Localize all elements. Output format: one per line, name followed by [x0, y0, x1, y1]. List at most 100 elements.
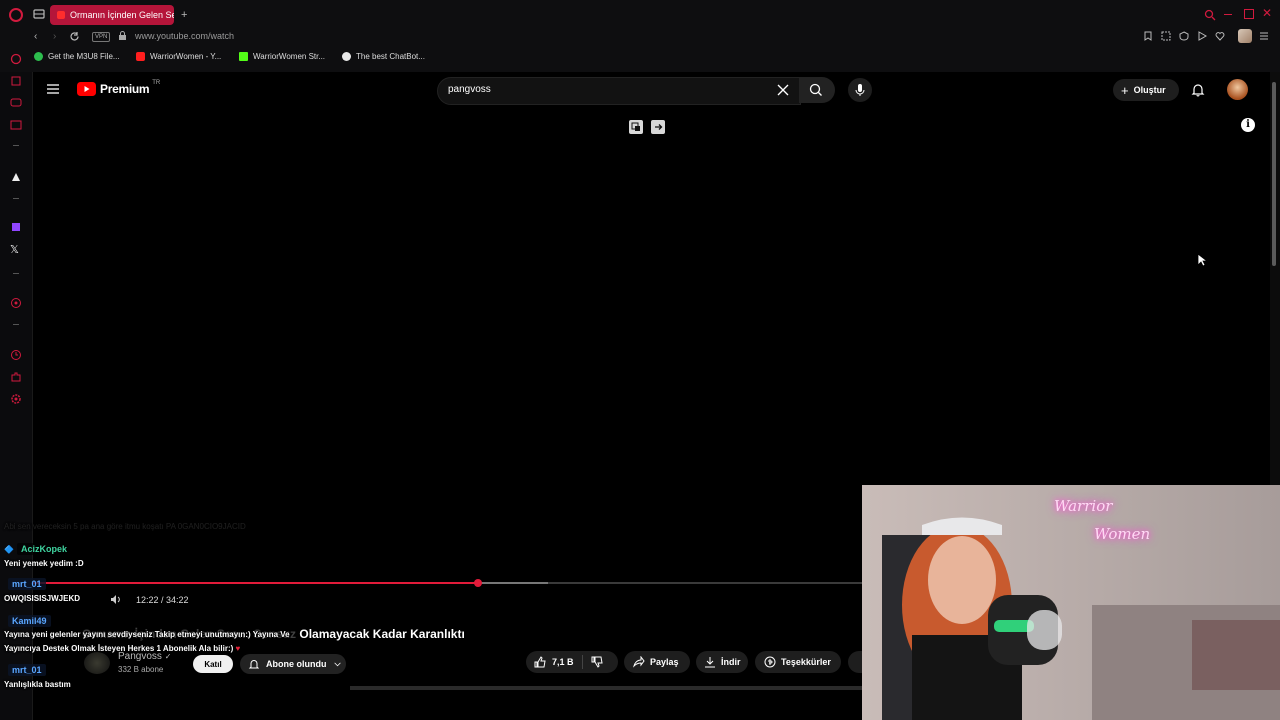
menu-icon[interactable] [1259, 31, 1269, 41]
subscribed-button[interactable]: Abone olundu ⌵ [240, 654, 346, 674]
music-player-icon[interactable] [10, 297, 22, 309]
divider [13, 273, 19, 274]
webcam-overlay: Warrior Women [862, 485, 1280, 720]
mail-icon[interactable] [10, 119, 22, 131]
account-avatar[interactable] [1227, 79, 1248, 100]
progress-played [33, 582, 478, 584]
clip-button[interactable] [848, 651, 862, 673]
progress-buffered [478, 582, 548, 584]
plus-icon: + [1121, 82, 1129, 98]
extensions-icon[interactable] [10, 371, 22, 383]
opera-logo-icon[interactable] [8, 7, 24, 23]
heart-icon[interactable] [1215, 31, 1225, 41]
description-divider [350, 686, 862, 690]
youtube-premium-logo[interactable]: Premium TR [77, 80, 160, 96]
aria-icon[interactable] [10, 53, 22, 65]
search-input[interactable] [437, 77, 801, 105]
profile-avatar[interactable] [1238, 29, 1252, 43]
lock-icon[interactable] [118, 31, 127, 41]
x-twitter-icon[interactable]: 𝕏 [10, 244, 22, 256]
bookmark-label: WarriorWomen Str... [253, 52, 326, 61]
chat-message: Yanlışlıkla bastım [4, 680, 71, 689]
back-icon[interactable]: ‹ [34, 31, 37, 42]
reload-icon[interactable] [69, 31, 80, 42]
player-icon[interactable] [1197, 31, 1207, 41]
thanks-button[interactable]: Teşekkürler [755, 651, 841, 673]
vpn-badge[interactable]: VPN [92, 32, 111, 42]
thanks-label: Teşekkürler [781, 657, 831, 667]
chat-message: Yayına yeni gelenler yayını sevdiyseniz … [4, 630, 290, 639]
mouse-cursor-icon [1197, 253, 1207, 267]
chat-message-text: Yayıncıya Destek Olmak İsteyen Herkes 1 … [4, 644, 234, 653]
chat-user-row: 🔷 AcizKopek [4, 543, 71, 555]
hamburger-menu-icon[interactable] [46, 83, 60, 95]
search-button[interactable] [799, 77, 835, 103]
like-button[interactable]: 7,1 B [526, 656, 574, 668]
share-icon [633, 656, 645, 668]
microphone-icon [855, 84, 865, 96]
twitch-icon[interactable] [10, 222, 22, 234]
channel-avatar[interactable] [84, 652, 110, 674]
bookmark-label: The best ChatBot... [356, 52, 425, 61]
thumbs-down-icon [591, 656, 603, 668]
address-bar[interactable]: www.youtube.com/watch [135, 31, 234, 41]
time-display: 12:22 / 34:22 [136, 595, 189, 605]
volume-icon[interactable] [110, 594, 122, 605]
scrollbar-thumb[interactable] [1272, 82, 1276, 266]
chat-message: OWQISISISJWJEKD [4, 594, 81, 603]
new-tab-plus-icon[interactable]: + [181, 9, 187, 21]
adblock-icon[interactable] [1179, 31, 1189, 41]
minimize-icon[interactable] [1224, 14, 1232, 15]
thumbs-up-icon [534, 656, 546, 668]
progress-scrubber[interactable] [474, 579, 482, 587]
share-button[interactable]: Paylaş [624, 651, 690, 673]
video-title-text: Olamayacak Kadar Karanlıktı [299, 627, 465, 641]
dislike-button[interactable] [591, 656, 603, 668]
like-dislike-group: 7,1 B [526, 651, 618, 673]
bookmark-item[interactable]: Get the M3U8 File... [34, 52, 120, 61]
clear-search-icon[interactable] [777, 84, 789, 96]
voice-search-button[interactable] [848, 78, 872, 102]
download-button[interactable]: İndir [696, 651, 748, 673]
neon-sign-line1: Warrior [1054, 497, 1113, 515]
snapshot-icon[interactable] [1161, 31, 1171, 41]
logo-text: Premium [100, 82, 150, 96]
workspace-icon[interactable] [10, 75, 22, 87]
bell-icon [248, 660, 260, 669]
neon-sign-line2: Women [1094, 525, 1151, 543]
chevron-down-icon: ⌵ [334, 659, 341, 668]
youtube-icon [136, 52, 145, 61]
divider [13, 324, 19, 325]
tab-active[interactable]: Ormanın İçinden Gelen Se [50, 5, 174, 25]
settings-gear-icon[interactable] [10, 393, 22, 405]
chat-username: mrt_01 [8, 664, 46, 676]
kick-icon [239, 52, 248, 61]
maximize-icon[interactable] [1244, 9, 1254, 19]
bookmark-label: WarriorWomen - Y... [150, 52, 222, 61]
chat-username: mrt_01 [8, 578, 46, 590]
forward-icon[interactable]: › [53, 31, 56, 42]
bookmark-item[interactable]: The best ChatBot... [342, 52, 425, 61]
chat-username: AcizKopek [16, 543, 71, 555]
bookmark-dot-icon [34, 52, 43, 61]
history-icon[interactable] [10, 349, 22, 361]
bookmark-page-icon[interactable] [1143, 31, 1153, 41]
aria-ai-icon[interactable] [10, 171, 22, 183]
info-icon[interactable]: i [1241, 118, 1255, 132]
notifications-bell-icon[interactable] [1191, 83, 1205, 97]
subscriber-count: 332 B abone [118, 665, 164, 674]
search-tabs-icon[interactable] [1204, 9, 1216, 21]
subscribed-label: Abone olundu [266, 659, 327, 669]
picture-in-picture-icon[interactable] [629, 120, 643, 134]
tab-manager-icon[interactable] [33, 9, 45, 19]
create-button[interactable]: + Oluştur [1113, 79, 1179, 101]
bookmark-item[interactable]: WarriorWomen - Y... [136, 52, 221, 61]
bookmark-item[interactable]: WarriorWomen Str... [239, 52, 325, 61]
join-button[interactable]: Katıl [193, 655, 233, 673]
messenger-icon[interactable] [10, 97, 22, 109]
close-window-icon[interactable]: ✕ [1262, 6, 1272, 20]
tab-title: Ormanın İçinden Gelen Se [70, 10, 174, 20]
download-icon [705, 657, 715, 668]
chat-message: Yeni yemek yedim :D [4, 559, 84, 568]
detach-video-icon[interactable] [651, 120, 665, 134]
